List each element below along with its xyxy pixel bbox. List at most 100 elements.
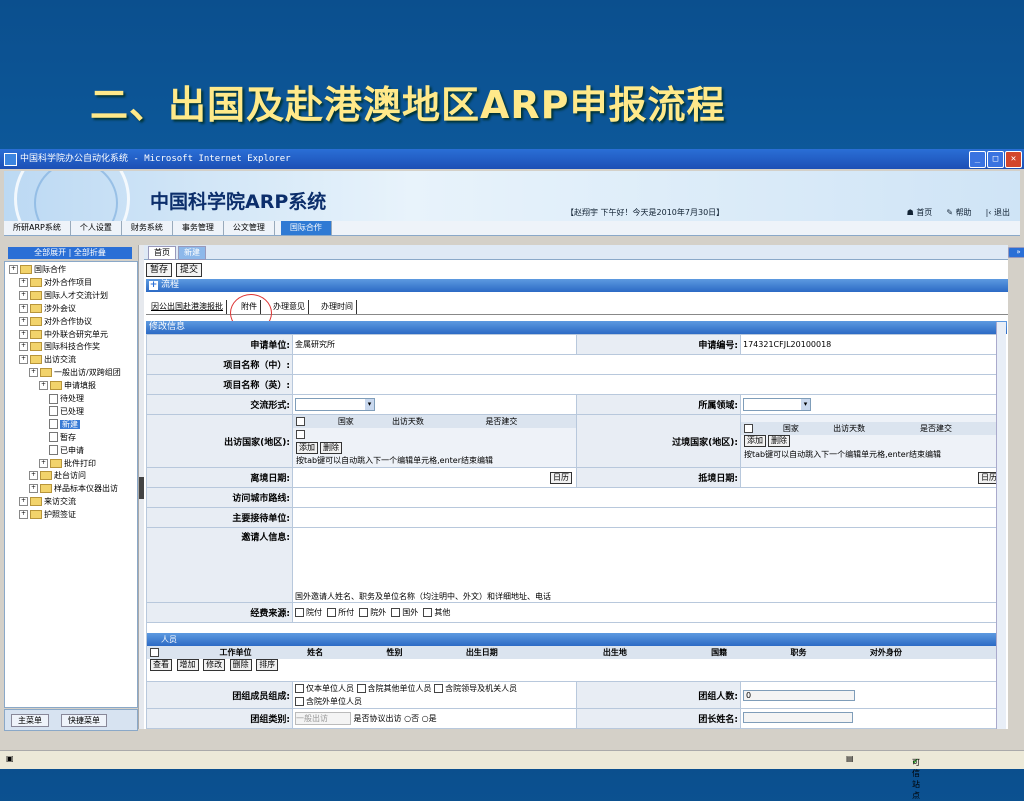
- expand-icon[interactable]: +: [149, 281, 158, 290]
- exit-link[interactable]: |‹ 退出: [986, 207, 1010, 218]
- menu-arp[interactable]: 所研ARP系统: [4, 221, 71, 235]
- select-all-checkbox[interactable]: [296, 417, 305, 426]
- tab-home[interactable]: 首页: [148, 246, 176, 260]
- members-outside-checkbox[interactable]: [295, 697, 304, 706]
- applicant-unit-field[interactable]: 金属研究所: [292, 334, 577, 355]
- save-draft-button[interactable]: 暂存: [146, 263, 173, 277]
- maximize-icon[interactable]: □: [987, 151, 1004, 168]
- tree-item[interactable]: + 国际科技合作奖: [19, 341, 100, 353]
- expand-toggle-icon[interactable]: +: [19, 277, 28, 287]
- expand-toggle-icon[interactable]: +: [19, 355, 28, 365]
- tab-quick-menu[interactable]: 快捷菜单: [61, 714, 107, 727]
- tab-approval[interactable]: 因公出国赴港澳报批: [148, 300, 227, 314]
- expand-toggle-icon[interactable]: +: [9, 265, 18, 274]
- close-icon[interactable]: ✕: [1005, 151, 1022, 168]
- menu-affairs[interactable]: 事务管理: [173, 221, 224, 235]
- member-count-field[interactable]: 0: [743, 689, 855, 701]
- form-scrollbar[interactable]: [996, 322, 1006, 729]
- menu-finance[interactable]: 财务系统: [122, 221, 173, 235]
- expand-toggle-icon[interactable]: +: [29, 471, 38, 481]
- funding-academy-checkbox[interactable]: [295, 608, 304, 617]
- depart-calendar-button[interactable]: 日历: [550, 471, 572, 484]
- menu-personal[interactable]: 个人设置: [71, 221, 122, 235]
- flow-bar[interactable]: + 流程: [146, 279, 1008, 292]
- funding-institute-checkbox[interactable]: [327, 608, 337, 617]
- expand-toggle-icon[interactable]: +: [19, 329, 28, 339]
- tree-item[interactable]: + 赴台访问: [29, 470, 86, 482]
- help-link[interactable]: ✎ 帮助: [946, 207, 971, 218]
- application-no-field[interactable]: 174321CFJL20100018: [740, 334, 1005, 355]
- expand-all-button[interactable]: 全部展开: [34, 248, 66, 257]
- tree-item[interactable]: + 涉外会议: [19, 303, 76, 315]
- exchange-form-select[interactable]: [295, 398, 375, 411]
- members-leaders-checkbox[interactable]: [434, 684, 444, 693]
- tree-item[interactable]: 暂存: [49, 432, 76, 444]
- expand-toggle-icon[interactable]: +: [19, 290, 28, 300]
- tree-item[interactable]: + 对外合作协议: [19, 316, 92, 328]
- domain-select[interactable]: [743, 398, 811, 411]
- edit-person-button[interactable]: 修改: [203, 659, 226, 671]
- delete-transit-button[interactable]: 删除: [768, 435, 790, 447]
- menu-docs[interactable]: 公文管理: [224, 221, 275, 235]
- delete-person-button[interactable]: 删除: [229, 659, 252, 671]
- tree-item[interactable]: 已申请: [49, 445, 84, 457]
- funding-outside-checkbox[interactable]: [359, 608, 369, 617]
- tree-item[interactable]: + 国际合作: [9, 264, 66, 276]
- minimize-icon[interactable]: _: [969, 151, 986, 168]
- members-leaders-label: 含院领导及机关人员: [445, 684, 518, 693]
- tree-item[interactable]: + 出访交流: [19, 354, 76, 366]
- tab-new[interactable]: 新建: [178, 246, 206, 260]
- tab-time[interactable]: 办理时间: [318, 300, 357, 314]
- expand-toggle-icon[interactable]: +: [19, 497, 28, 507]
- submit-button[interactable]: 提交: [176, 263, 203, 277]
- menu-intl[interactable]: 国际合作: [280, 221, 332, 235]
- tab-opinion[interactable]: 办理意见: [270, 300, 309, 314]
- last-icon[interactable]: »: [1008, 247, 1024, 258]
- row-checkbox[interactable]: [296, 430, 305, 439]
- expand-toggle-icon[interactable]: +: [39, 458, 48, 468]
- agreement-yes-radio[interactable]: ○: [422, 714, 429, 723]
- add-person-button[interactable]: 增加: [176, 659, 199, 671]
- tree-item[interactable]: + 护照签证: [19, 509, 76, 521]
- expand-toggle-icon[interactable]: +: [29, 368, 38, 378]
- tree-item[interactable]: + 来访交流: [19, 496, 76, 508]
- transit-select-all-checkbox[interactable]: [744, 423, 753, 433]
- collapse-all-button[interactable]: 全部折叠: [74, 248, 106, 257]
- tree-item[interactable]: 已处理: [49, 406, 84, 418]
- inviter-textarea[interactable]: 国外邀请人姓名、职务及单位名称（均注明中、外文）和详细地址、电话: [292, 527, 1005, 603]
- members-own-checkbox[interactable]: [295, 684, 304, 693]
- group-type-select[interactable]: 一般出访: [295, 712, 351, 725]
- expand-toggle-icon[interactable]: +: [19, 303, 28, 313]
- tree-item[interactable]: + 国际人才交流计划: [19, 290, 108, 302]
- tree-item[interactable]: + 申请填报: [39, 380, 96, 392]
- members-academy-checkbox[interactable]: [356, 684, 366, 693]
- tree-item[interactable]: + 对外合作项目: [19, 277, 92, 289]
- personnel-select-all[interactable]: [150, 647, 159, 657]
- funding-foreign-checkbox[interactable]: [391, 608, 401, 617]
- add-country-button[interactable]: 添加: [296, 441, 318, 454]
- project-cn-field[interactable]: [292, 354, 1005, 375]
- home-link[interactable]: ☗ 首页: [907, 207, 933, 218]
- expand-toggle-icon[interactable]: +: [19, 342, 28, 352]
- add-transit-button[interactable]: 添加: [744, 435, 766, 447]
- expand-toggle-icon[interactable]: +: [19, 316, 28, 326]
- project-en-field[interactable]: [292, 374, 1005, 395]
- tab-main-menu[interactable]: 主菜单: [11, 714, 49, 727]
- funding-other-checkbox[interactable]: [423, 608, 433, 617]
- page-icon: [49, 445, 58, 456]
- expand-toggle-icon[interactable]: +: [39, 381, 48, 391]
- tree-item[interactable]: + 样品标本仪器出访: [29, 483, 118, 495]
- route-field[interactable]: [292, 487, 1005, 508]
- tree-item[interactable]: + 一般出访/双跨组团: [29, 367, 121, 379]
- sort-person-button[interactable]: 排序: [256, 659, 279, 671]
- tree-item[interactable]: + 批件打印: [39, 458, 96, 470]
- view-person-button[interactable]: 查看: [150, 659, 172, 671]
- host-field[interactable]: [292, 507, 1005, 528]
- tree-item[interactable]: 新建: [49, 419, 80, 431]
- tree-item[interactable]: 待处理: [49, 393, 84, 405]
- leader-field[interactable]: [743, 712, 853, 723]
- expand-toggle-icon[interactable]: +: [29, 484, 38, 494]
- delete-country-button[interactable]: 删除: [320, 441, 342, 454]
- tree-item[interactable]: + 中外联合研究单元: [19, 329, 108, 341]
- expand-toggle-icon[interactable]: +: [19, 510, 28, 520]
